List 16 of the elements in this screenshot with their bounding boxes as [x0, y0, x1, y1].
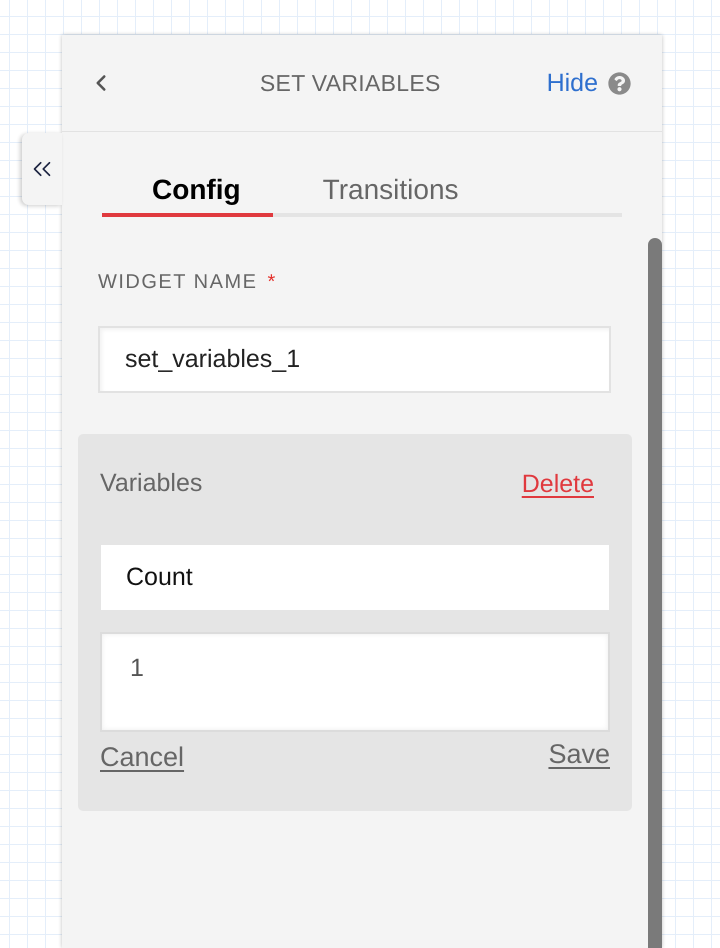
- widget-name-field[interactable]: set_variables_1: [98, 326, 611, 393]
- card-title: Variables: [100, 468, 202, 500]
- hide-link[interactable]: Hide: [546, 70, 598, 96]
- scrollbar[interactable]: [648, 238, 662, 948]
- tab[interactable]: Config: [102, 172, 273, 217]
- panel-title: SET VARIABLES: [260, 68, 441, 98]
- field-label: WIDGET NAME: [98, 270, 258, 295]
- help-icon[interactable]: [608, 72, 631, 94]
- delete-link[interactable]: Delete: [522, 469, 594, 499]
- collapse-button[interactable]: [22, 133, 62, 205]
- variable-name-field[interactable]: Count: [101, 545, 609, 610]
- variable-value-field[interactable]: 1: [100, 632, 610, 732]
- required-mark: *: [267, 270, 276, 295]
- save-link[interactable]: Save: [548, 737, 610, 771]
- cancel-link[interactable]: Cancel: [100, 740, 184, 774]
- tab[interactable]: Transitions: [272, 172, 491, 217]
